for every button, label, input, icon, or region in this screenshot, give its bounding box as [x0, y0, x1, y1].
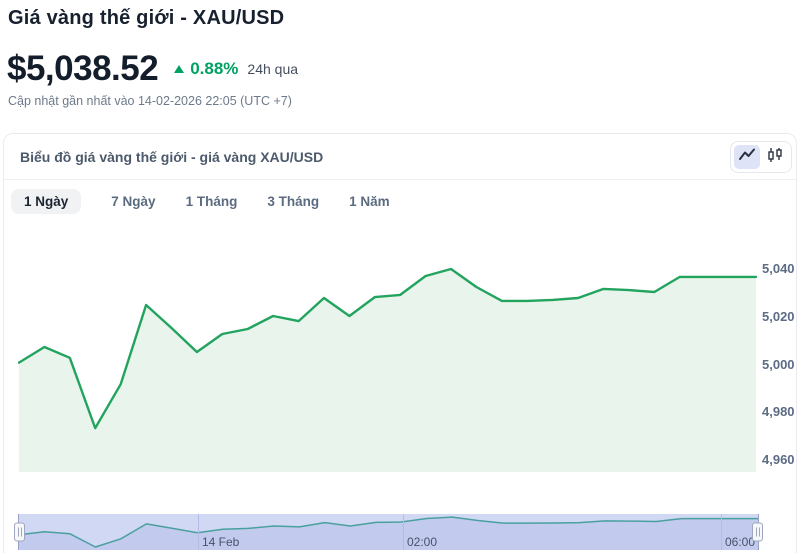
navigator-gridline: [721, 514, 722, 550]
line-chart-icon: [738, 146, 756, 167]
price-row: $5,038.52 0.88% 24h qua: [7, 51, 800, 86]
tab-1-nam[interactable]: 1 Năm: [349, 189, 390, 214]
line-chart-toggle-button[interactable]: [734, 144, 760, 169]
price-change-percent: 0.88%: [190, 58, 239, 78]
navigator-time-label: 02:00: [407, 535, 438, 549]
up-arrow-icon: [174, 64, 185, 73]
tab-3-thang[interactable]: 3 Tháng: [267, 189, 319, 214]
navigator-time-label: 06:00: [725, 535, 756, 549]
chart-card: Biểu đồ giá vàng thế giới - giá vàng XAU…: [3, 133, 797, 553]
tab-7-ngay[interactable]: 7 Ngày: [111, 189, 155, 214]
last-updated-text: Cập nhật gần nhất vào 14-02-2026 22:05 (…: [8, 94, 292, 108]
tab-1-thang[interactable]: 1 Tháng: [186, 189, 238, 214]
time-range-tabs: 1 Ngày 7 Ngày 1 Tháng 3 Tháng 1 Năm: [4, 180, 796, 214]
gold-price-page: Giá vàng thế giới - XAU/USD $5,038.52 0.…: [0, 7, 800, 553]
y-axis-tick: 5,040: [762, 261, 795, 276]
page-title: Giá vàng thế giới - XAU/USD: [8, 7, 285, 29]
navigator-left-handle[interactable]: [14, 522, 25, 542]
current-price: $5,038.52: [7, 49, 159, 88]
chart-card-header: Biểu đồ giá vàng thế giới - giá vàng XAU…: [4, 134, 796, 180]
change-period-label: 24h qua: [247, 60, 299, 77]
chart-area-fill: [19, 269, 756, 472]
chart-type-toggle: [730, 140, 792, 173]
candlestick-icon: [766, 146, 784, 167]
navigator-gridline: [403, 514, 404, 550]
navigator-right-handle[interactable]: [752, 522, 763, 542]
tab-1-ngay[interactable]: 1 Ngày: [11, 189, 82, 214]
y-axis-tick: 5,020: [762, 309, 795, 324]
navigator-gridline: [198, 514, 199, 550]
chart-range-navigator[interactable]: 14 Feb 02:00 06:00: [14, 514, 763, 550]
navigator-time-label: 14 Feb: [202, 535, 240, 549]
candlestick-chart-toggle-button[interactable]: [762, 145, 788, 169]
y-axis-tick: 4,980: [762, 404, 795, 419]
chart-card-title: Biểu đồ giá vàng thế giới - giá vàng XAU…: [20, 148, 324, 165]
y-axis-tick: 5,000: [762, 357, 795, 372]
y-axis-tick: 4,960: [762, 452, 795, 467]
price-area-chart[interactable]: [18, 227, 757, 472]
